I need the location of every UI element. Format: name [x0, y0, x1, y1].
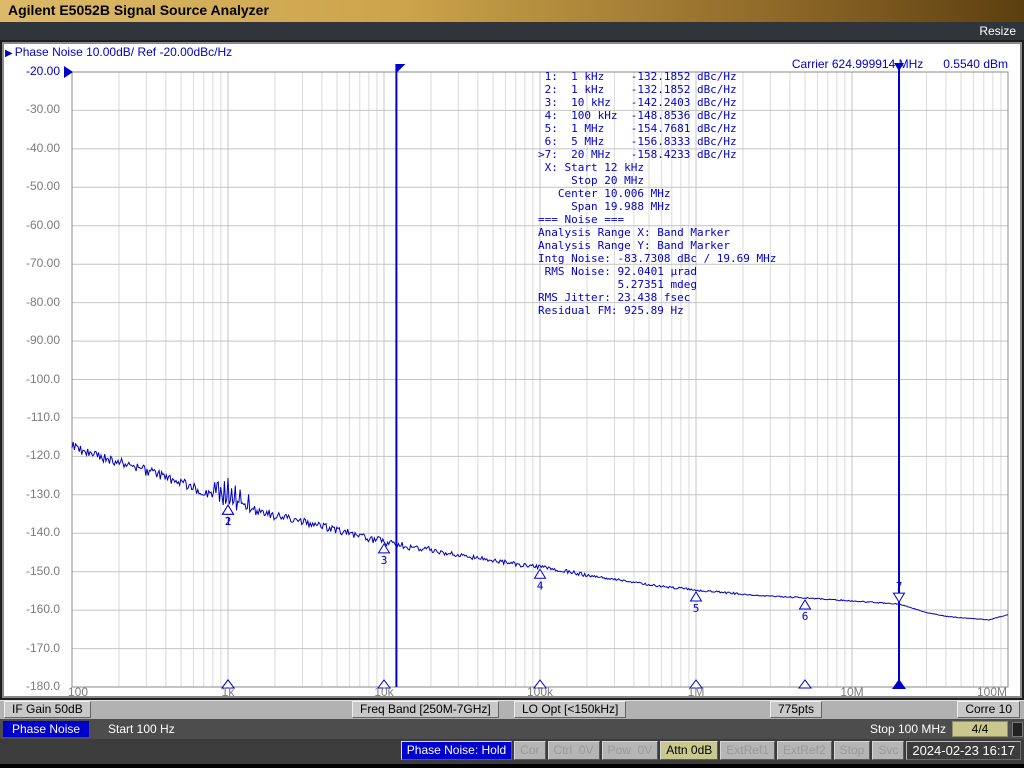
marker-readout-panel: 1: 1 kHz -132.1852 dBc/Hz 2: 1 kHz -132.… — [538, 70, 776, 317]
y-tick-70-00: -70.00 — [0, 256, 60, 270]
status-bar: IF Gain 50dB Freq Band [250M-7GHz] LO Opt … — [0, 700, 1024, 719]
indicator-svc[interactable]: Svc — [872, 741, 904, 760]
tab-scroll-button[interactable] — [1012, 722, 1023, 737]
window-title: Agilent E5052B Signal Source Analyzer — [8, 2, 269, 18]
indicator-attn-0db[interactable]: Attn 0dB — [660, 741, 718, 760]
y-tick-20-00: -20.00 — [0, 64, 60, 78]
phase-noise-hold-button[interactable]: Phase Noise: Hold — [401, 741, 512, 760]
status-lo-opt-150khz[interactable]: LO Opt [<150kHz] — [514, 701, 626, 718]
status-if-gain-50db[interactable]: IF Gain 50dB — [4, 701, 91, 718]
datetime-display: 2024-02-23 16:17 — [906, 741, 1021, 760]
x-tick-10k: 10k — [374, 685, 393, 699]
trace-markers: 1234567 — [222, 505, 906, 689]
x-tick-100k: 100k — [527, 685, 553, 699]
y-tick-180-0: -180.0 — [0, 679, 60, 693]
y-tick-80-00: -80.00 — [0, 295, 60, 309]
instrument-screen: 1234567 ▶Phase Noise 10.00dB/ Ref -20.00… — [0, 40, 1024, 700]
sweep-start-label: Start 100 Hz — [108, 721, 175, 737]
y-tick-170-0: -170.0 — [0, 641, 60, 655]
trace-header: ▶Phase Noise 10.00dB/ Ref -20.00dBc/Hz — [5, 45, 232, 59]
system-status-bar: Phase Noise: HoldCorCtrl 0VPow 0VAttn 0d… — [0, 739, 1024, 768]
carrier-power: 0.5540 dBm — [943, 57, 1008, 71]
trace-tab-bar: Phase Noise Start 100 Hz Stop 100 MHz 4/… — [0, 719, 1024, 739]
trace-pointer-icon: ▶ — [5, 48, 13, 59]
status-corre-10[interactable]: Corre 10 — [957, 701, 1020, 718]
y-tick-160-0: -160.0 — [0, 602, 60, 616]
svg-text:5: 5 — [693, 602, 700, 615]
svg-text:4: 4 — [537, 579, 544, 592]
title-bar: Agilent E5052B Signal Source Analyzer — [0, 0, 1024, 22]
indicator-extref2[interactable]: ExtRef2 — [777, 741, 832, 760]
x-tick-10m: 10M — [840, 685, 863, 699]
y-tick-60-00: -60.00 — [0, 218, 60, 232]
x-tick-1m: 1M — [688, 685, 705, 699]
x-tick-100m: 100M — [977, 685, 1007, 699]
indicator-extref1[interactable]: ExtRef1 — [720, 741, 775, 760]
y-tick-50-00: -50.00 — [0, 179, 60, 193]
y-tick-150-0: -150.0 — [0, 564, 60, 578]
menu-bar: Resize — [0, 22, 1024, 40]
indicator-cor[interactable]: Cor — [514, 741, 545, 760]
y-tick-110-0: -110.0 — [0, 410, 60, 424]
svg-text:2: 2 — [225, 515, 232, 528]
svg-text:6: 6 — [802, 610, 809, 623]
x-tick-1k: 1k — [222, 685, 235, 699]
reference-level-pointer-icon[interactable] — [64, 66, 73, 78]
y-tick-100-0: -100.0 — [0, 372, 60, 386]
svg-text:7: 7 — [896, 580, 903, 593]
trace-scale-label: Phase Noise 10.00dB/ Ref -20.00dBc/Hz — [15, 45, 232, 59]
indicator-stop[interactable]: Stop — [834, 741, 871, 760]
y-tick-140-0: -140.0 — [0, 525, 60, 539]
resize-button[interactable]: Resize — [979, 24, 1016, 38]
sweep-stop-label: Stop 100 MHz — [870, 721, 946, 737]
indicator-pow-0v[interactable]: Pow 0V — [602, 741, 659, 760]
y-tick-130-0: -130.0 — [0, 487, 60, 501]
carrier-readout: Carrier 624.999914 MHz 0.5540 dBm — [792, 57, 1008, 71]
indicator-ctrl-0v[interactable]: Ctrl 0V — [548, 741, 600, 760]
page-indicator[interactable]: 4/4 — [952, 721, 1008, 737]
status-freq-band-250m-7ghz[interactable]: Freq Band [250M-7GHz] — [352, 701, 499, 718]
y-tick-90-00: -90.00 — [0, 333, 60, 347]
y-tick-120-0: -120.0 — [0, 448, 60, 462]
x-tick-100: 100 — [68, 685, 88, 699]
svg-text:3: 3 — [381, 554, 388, 567]
status-775pts[interactable]: 775pts — [770, 701, 822, 718]
phase-noise-plot[interactable]: 1234567 — [0, 40, 1024, 700]
carrier-frequency: Carrier 624.999914 MHz — [792, 57, 923, 71]
y-tick-40-00: -40.00 — [0, 141, 60, 155]
tab-phase-noise[interactable]: Phase Noise — [3, 721, 89, 737]
y-tick-30-00: -30.00 — [0, 102, 60, 116]
